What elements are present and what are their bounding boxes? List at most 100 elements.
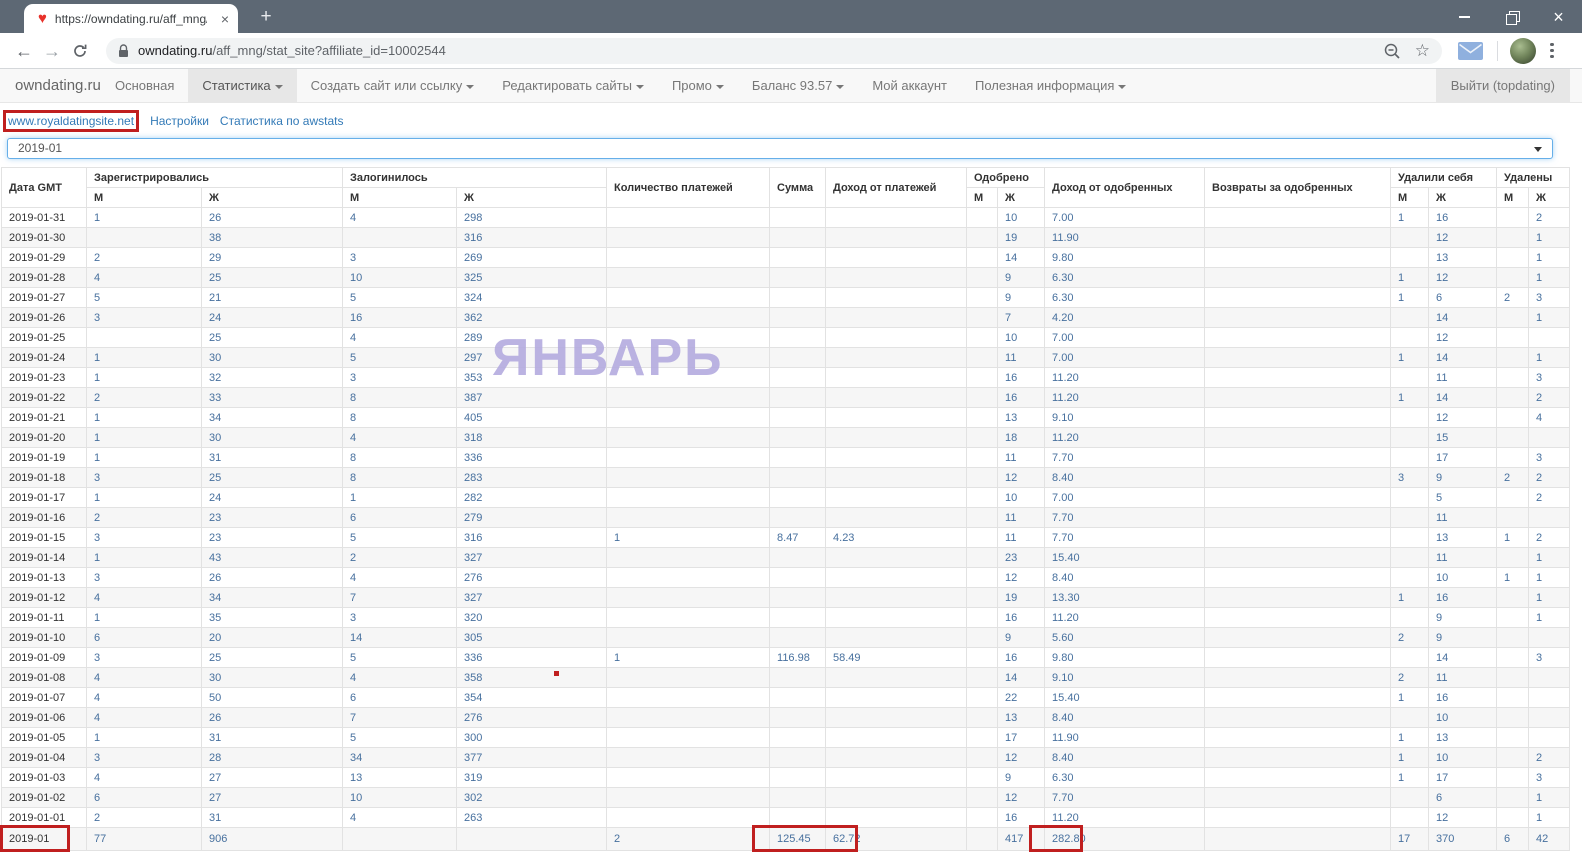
table-row: 2019-01-15 3 23 5 316 1 8.47 4.23 11 7.70 13 1 2 (1, 527, 1571, 548)
minimize-button[interactable] (1441, 0, 1488, 33)
cell-payments-count (606, 727, 771, 748)
new-tab-button[interactable]: + (252, 3, 280, 31)
cell-deleted-self-m: 1 (1390, 727, 1430, 748)
cell-registered-m: 2 (86, 387, 202, 408)
nav-item-label: Мой аккаунт (872, 78, 948, 93)
nav-item-create-site[interactable]: Создать сайт или ссылку (297, 69, 489, 102)
month-select[interactable]: 2019-01 (7, 138, 1553, 159)
cell-payments-income (825, 287, 968, 308)
cell-approved-m (966, 427, 999, 448)
cell-approved-m (966, 487, 999, 508)
cell-registered-m: 3 (86, 467, 202, 488)
reload-button[interactable] (66, 37, 94, 65)
cell-amount (769, 287, 827, 308)
cell-registered-m: 1 (86, 547, 202, 568)
nav-item-promo[interactable]: Промо (658, 69, 738, 102)
nav-item-balance[interactable]: Баланс 93.57 (738, 69, 858, 102)
cell-deleted-self-f: 11 (1428, 367, 1498, 388)
cell-logged-f: 282 (456, 487, 608, 508)
cell-logged-f: 318 (456, 427, 608, 448)
cell-deleted-m (1496, 347, 1530, 368)
cell-deleted-f (1528, 707, 1571, 728)
bookmark-star-icon[interactable]: ☆ (1415, 42, 1430, 59)
zoom-indicator-icon[interactable] (1383, 42, 1401, 60)
cell-deleted-f: 1 (1528, 587, 1571, 608)
cell-payments-count (606, 567, 771, 588)
cell-logged-f: 276 (456, 567, 608, 588)
cell-deleted-self-f: 15 (1428, 427, 1498, 448)
cell-deleted-f: 2 (1528, 527, 1571, 548)
cell-deleted-self-f: 12 (1428, 327, 1498, 348)
toolbar-divider (1497, 40, 1498, 61)
close-button[interactable]: × (1535, 0, 1582, 33)
nav-item-edit-sites[interactable]: Редактировать сайты (488, 69, 658, 102)
cell-payments-income (825, 447, 968, 468)
nav-item-statistics[interactable]: Статистика (188, 69, 297, 102)
nav-item-main[interactable]: Основная (101, 69, 188, 102)
cell-approved-income: 6.30 (1044, 267, 1206, 288)
brand-logo[interactable]: owndating.ru (15, 69, 101, 102)
cell-approved-income: 11.20 (1044, 427, 1206, 448)
settings-link[interactable]: Настройки (150, 114, 209, 128)
lock-icon[interactable] (118, 43, 129, 58)
cell-deleted-f: 3 (1528, 367, 1571, 388)
cell-approved-m (966, 627, 999, 648)
cell-approved-income: 11.90 (1044, 227, 1206, 248)
back-button[interactable]: ← (10, 37, 38, 65)
cell-payments-income (825, 347, 968, 368)
restore-button[interactable] (1488, 0, 1535, 33)
nav-item-info[interactable]: Полезная информация (961, 69, 1140, 102)
url-path: /aff_mng/stat_site?affiliate_id=10002544 (212, 43, 446, 58)
cell-approved-m (966, 787, 999, 808)
cell-deleted-m (1496, 627, 1530, 648)
cell-date: 2019-01-25 (1, 327, 87, 348)
cell-payments-income (825, 387, 968, 408)
nav-item-account[interactable]: Мой аккаунт (858, 69, 961, 102)
cell-logged-m: 7 (342, 707, 458, 728)
cell-date: 2019-01-08 (1, 667, 87, 688)
cell-returns (1204, 327, 1392, 348)
cell-deleted-self-m: 17 (1390, 827, 1430, 851)
cell-approved-f: 16 (997, 607, 1046, 628)
cell-approved-f: 11 (997, 507, 1046, 528)
cell-logged-m: 4 (342, 427, 458, 448)
cell-approved-m (966, 727, 999, 748)
cell-date: 2019-01-29 (1, 247, 87, 268)
forward-button[interactable]: → (38, 37, 66, 65)
mail-extension-icon[interactable] (1458, 41, 1483, 60)
browser-tab[interactable]: ♥ https://owndating.ru/aff_mng/sta × (24, 4, 238, 33)
cell-payments-count (606, 747, 771, 768)
cell-approved-f: 13 (997, 407, 1046, 428)
cell-registered-f: 26 (200, 207, 344, 228)
cell-deleted-m (1496, 247, 1530, 268)
cell-logged-m: 10 (342, 787, 458, 808)
table-row: 2019-01-17 1 24 1 282 10 7.00 5 2 (1, 487, 1571, 508)
chevron-down-icon (635, 84, 644, 89)
table-row: 2019-01-04 3 28 34 377 12 8.40 1 10 2 (1, 747, 1571, 768)
cell-approved-m (966, 367, 999, 388)
cell-returns (1204, 287, 1392, 308)
cell-date: 2019-01-21 (1, 407, 87, 428)
cell-payments-count (606, 687, 771, 708)
cell-deleted-self-m (1390, 807, 1430, 828)
cell-approved-income: 6.30 (1044, 287, 1206, 308)
cell-date: 2019-01-14 (1, 547, 87, 568)
url-bar[interactable]: owndating.ru/aff_mng/stat_site?affiliate… (106, 37, 1442, 64)
awstats-link[interactable]: Статистика по awstats (220, 114, 344, 128)
browser-menu-icon[interactable] (1550, 42, 1554, 59)
cell-payments-income (825, 787, 968, 808)
cell-payments-income (825, 507, 968, 528)
table-row: 2019-01-01 2 31 4 263 16 11.20 12 1 (1, 807, 1571, 828)
cell-approved-income: 9.10 (1044, 407, 1206, 428)
cell-deleted-m (1496, 207, 1530, 228)
logout-button[interactable]: Выйти (topdating) (1435, 69, 1570, 102)
cell-amount (769, 427, 827, 448)
cell-payments-count: 1 (606, 527, 771, 548)
cell-returns (1204, 507, 1392, 528)
site-link[interactable]: www.royaldatingsite.net (3, 110, 140, 132)
tab-close-icon[interactable]: × (221, 12, 229, 26)
cell-payments-income (825, 567, 968, 588)
cell-payments-count: 2 (606, 827, 771, 851)
profile-avatar[interactable] (1510, 37, 1536, 64)
cell-amount (769, 787, 827, 808)
